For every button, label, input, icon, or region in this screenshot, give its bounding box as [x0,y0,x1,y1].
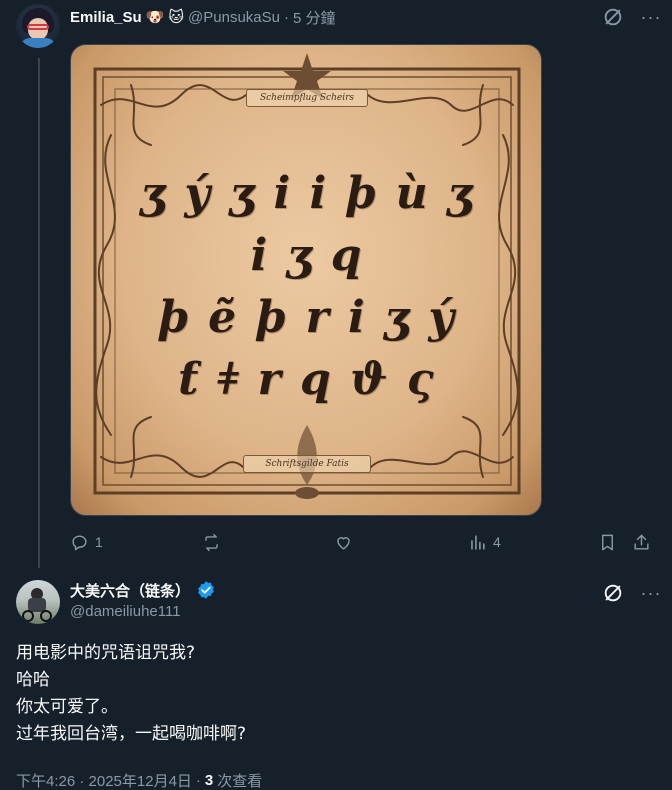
body-line: 过年我回台湾，一起喝咖啡啊? [16,724,247,744]
user-handle[interactable]: @dameiliuhe111 [70,603,181,620]
tweet-image[interactable]: Scheimpflug Scheirs ʒ ý ʒ i i þ ù ʒ i ʒ … [70,44,542,516]
separator-dot: · [195,772,201,789]
views-button[interactable]: 4 [468,528,501,556]
verified-badge-icon[interactable] [196,580,216,600]
tweet2-meta: 下午4:26 · 2025年12月4日 · 3 次查看 [16,770,262,790]
separator-dot: · [283,8,289,26]
share-button[interactable] [632,528,651,556]
timestamp[interactable]: 5 分鐘 [293,7,336,28]
avatar-emilia[interactable] [16,4,60,48]
banner-bottom: Schriftsgilde Fatis [243,455,371,473]
grok-icon[interactable] [602,6,624,28]
retweet-button[interactable] [202,528,227,556]
tweet-header: Emilia_Su 🐶 🐱 @PunsukaSu · 5 分鐘 [70,7,336,27]
like-button[interactable] [334,528,359,556]
more-icon[interactable]: ··· [636,2,666,32]
avatar-dameiliuhe[interactable] [16,580,60,624]
rune-text: ʒ ý ʒ i i þ ù ʒ i ʒ q þ ẽ þ r i ʒ ý ƭ ǂ … [131,163,483,411]
dog-emoji: 🐶 [145,9,165,26]
views-count: 4 [493,534,501,550]
rune-line-2: þ ẽ þ r i ʒ ý [158,292,456,343]
body-line: 你太可爱了。 [16,697,118,717]
display-name[interactable]: Emilia_Su [70,9,142,26]
retweet-icon [205,533,218,551]
reply-icon [72,534,87,550]
tweet2-header: 大美六合（链条） [70,580,216,600]
banner-top: Scheimpflug Scheirs [246,89,368,107]
display-name[interactable]: 大美六合（链条） [70,580,190,601]
bookmark-button[interactable] [598,528,617,556]
tweet2-body: 用电影中的咒语诅咒我? 哈哈 你太可爱了。 过年我回台湾，一起喝咖啡啊? [16,640,656,748]
action-bar: 1 4 [70,528,660,556]
tweet-emilia[interactable]: Emilia_Su 🐶 🐱 @PunsukaSu · 5 分鐘 ··· Sche… [0,0,672,570]
more-icon[interactable]: ··· [636,578,666,608]
timestamp[interactable]: 下午4:26 · 2025年12月4日 [16,770,192,790]
like-icon [337,536,350,550]
reply-button[interactable]: 1 [70,528,103,556]
grok-icon[interactable] [602,582,624,604]
views-label: 次查看 [217,773,263,790]
views-count[interactable]: 3 [205,772,213,789]
rune-line-3: ƭ ǂ r q ϑ ς [178,354,436,405]
share-icon [634,534,649,550]
body-line: 哈哈 [16,670,50,690]
reply-count: 1 [95,534,103,550]
body-line: 用电影中的咒语诅咒我? [16,643,196,663]
rune-line-1: ʒ ý ʒ i i þ ù ʒ i ʒ q [140,168,474,281]
cat-emoji: 🐱 [168,9,185,26]
user-handle[interactable]: @PunsukaSu [188,9,280,26]
views-icon [471,534,485,550]
bookmark-icon [602,534,613,550]
